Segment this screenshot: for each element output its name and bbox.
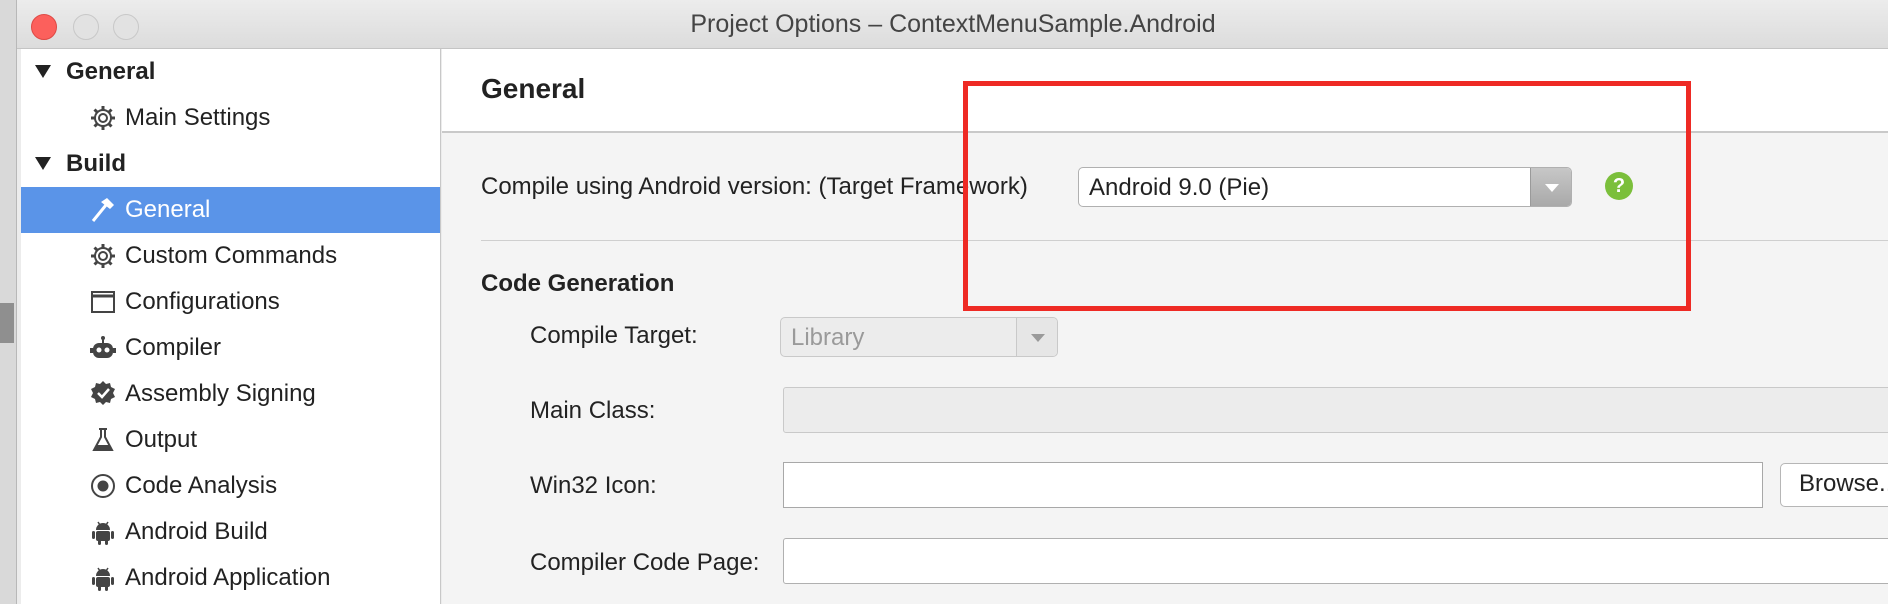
sidebar-item-compiler[interactable]: Compiler [21, 325, 440, 371]
target-icon [89, 472, 117, 500]
compiler-code-page-select[interactable] [783, 538, 1888, 584]
sidebar-item-main-settings[interactable]: Main Settings [21, 95, 440, 141]
sidebar-item-label: Configurations [125, 288, 280, 315]
sidebar-group-label: General [66, 58, 156, 85]
window-icon [89, 288, 117, 316]
sidebar-item-assembly-signing[interactable]: Assembly Signing [21, 371, 440, 417]
disclosure-triangle-icon[interactable] [35, 65, 51, 78]
code-generation-heading: Code Generation [481, 270, 675, 297]
sidebar-group-label: Build [66, 150, 126, 177]
compiler-code-page-label: Compiler Code Page: [530, 549, 760, 576]
sidebar-item-custom-commands[interactable]: Custom Commands [21, 233, 440, 279]
chevron-down-icon [1031, 334, 1045, 342]
target-framework-label: Compile using Android version: (Target F… [481, 173, 1028, 200]
sidebar-item-label: Android Build [125, 518, 268, 545]
options-sidebar: General Main Settings Build General Cust… [21, 49, 441, 604]
win32-icon-label: Win32 Icon: [530, 472, 657, 499]
sidebar-group-build[interactable]: Build [21, 141, 440, 187]
hammer-icon [89, 196, 117, 224]
sidebar-item-android-build[interactable]: Android Build [21, 509, 440, 555]
android-icon [89, 518, 117, 546]
sidebar-item-label: Custom Commands [125, 242, 338, 269]
sidebar-item-label: Code Analysis [125, 472, 278, 499]
compile-target-value: Library [791, 324, 865, 351]
compile-target-label: Compile Target: [530, 322, 698, 349]
sidebar-item-output[interactable]: Output [21, 417, 440, 463]
sidebar-item-label: Output [125, 426, 198, 453]
highlight-annotation-box [963, 81, 1691, 311]
window-title: Project Options – ContextMenuSample.Andr… [690, 10, 1216, 38]
gear-icon [89, 104, 117, 132]
dropdown-arrow-button[interactable] [1016, 318, 1057, 356]
browse-button[interactable]: Browse... [1780, 463, 1888, 507]
sidebar-item-build-general[interactable]: General [21, 187, 440, 233]
sidebar-item-label: Assembly Signing [125, 380, 316, 407]
compile-target-select[interactable]: Library [780, 317, 1058, 357]
android-icon [89, 564, 117, 592]
panel-title: General [481, 73, 586, 104]
sidebar-item-label: General [125, 196, 211, 223]
main-class-label: Main Class: [530, 397, 656, 424]
background-window-edge [0, 0, 16, 604]
sidebar-item-configurations[interactable]: Configurations [21, 279, 440, 325]
gear-icon [89, 242, 117, 270]
sidebar-item-label: Main Settings [125, 104, 271, 131]
sidebar-item-code-analysis[interactable]: Code Analysis [21, 463, 440, 509]
flask-icon [89, 426, 117, 454]
win32-icon-input[interactable] [783, 462, 1763, 508]
title-bar: Project Options – ContextMenuSample.Andr… [17, 0, 1888, 49]
sidebar-item-android-application[interactable]: Android Application [21, 555, 440, 601]
badge-icon [89, 380, 117, 408]
robot-icon [89, 334, 117, 362]
disclosure-triangle-icon[interactable] [35, 157, 51, 170]
background-scrollbar [0, 303, 14, 343]
sidebar-group-general[interactable]: General [21, 49, 440, 95]
sidebar-item-label: Compiler [125, 334, 222, 361]
sidebar-item-label: Android Application [125, 564, 331, 591]
main-class-select[interactable] [783, 387, 1888, 433]
